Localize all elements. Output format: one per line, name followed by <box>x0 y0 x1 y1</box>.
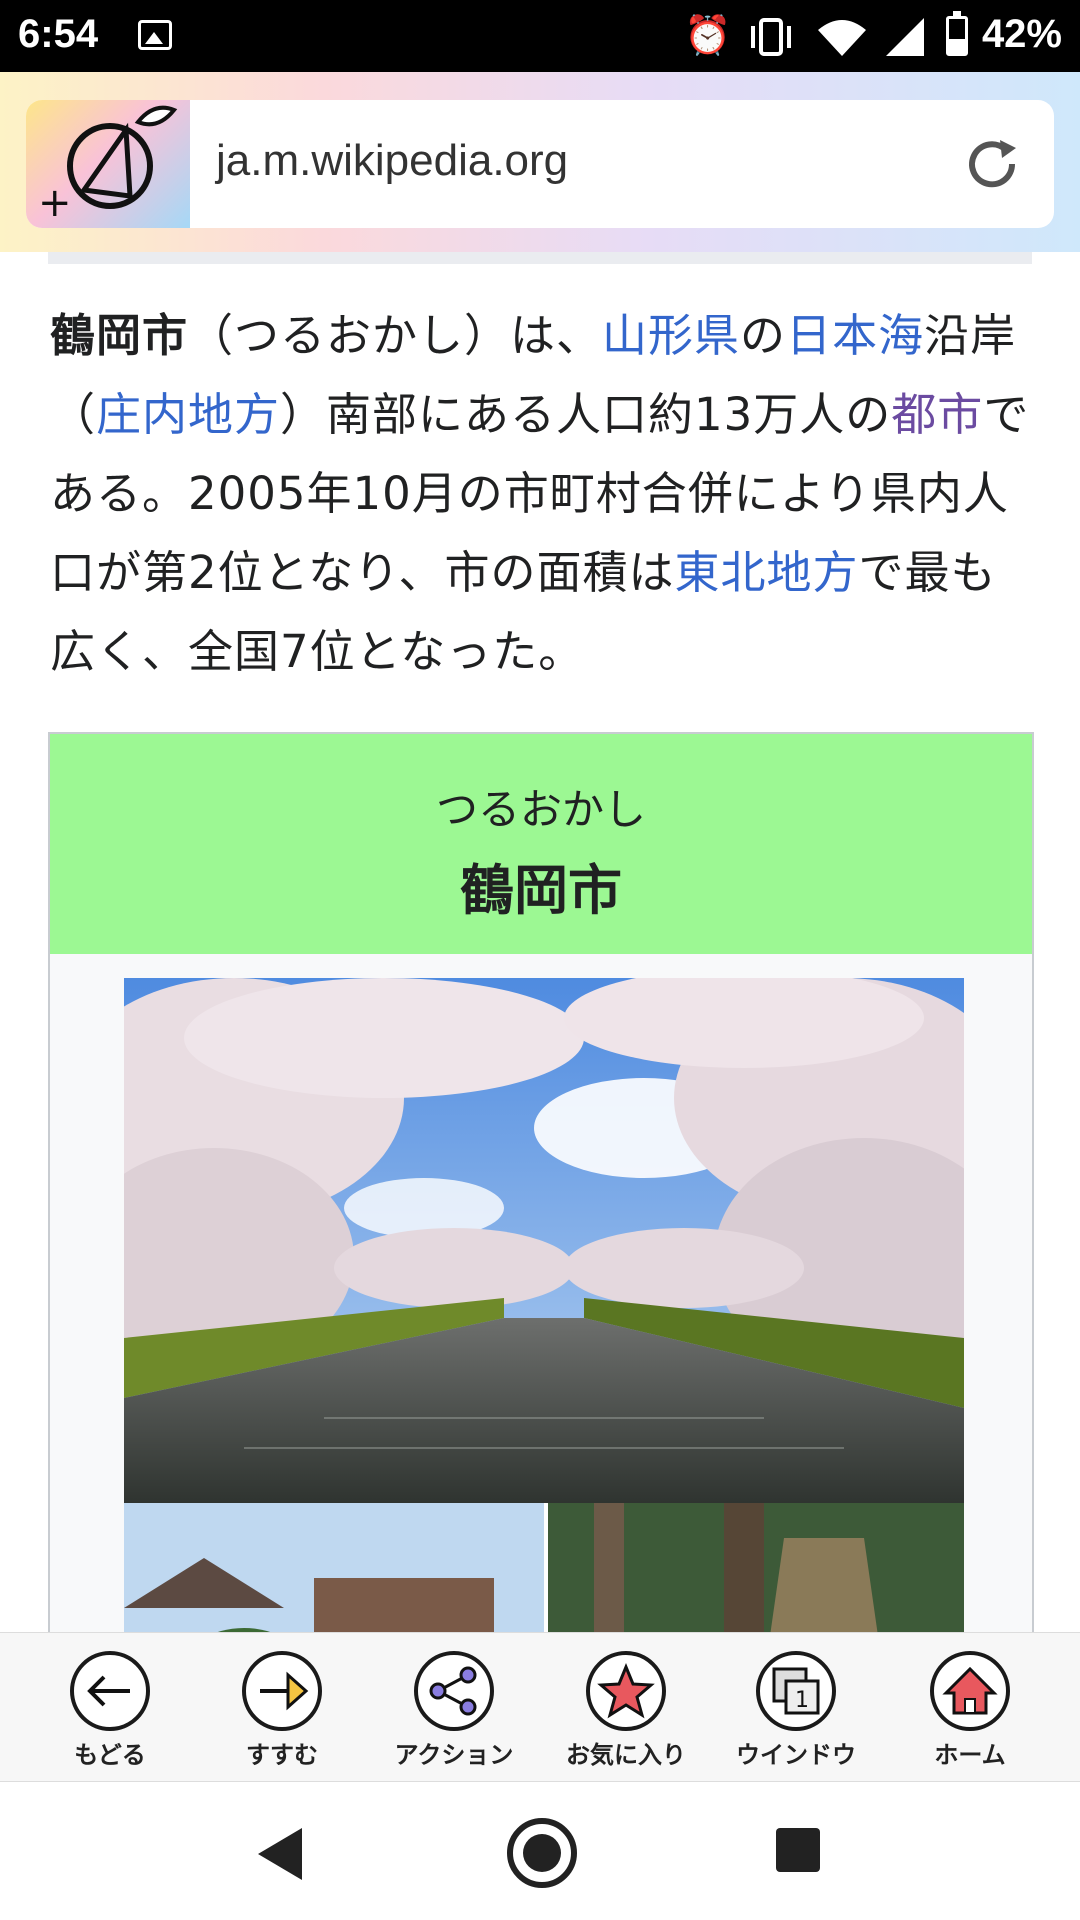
house-icon <box>930 1651 1010 1731</box>
forward-button[interactable]: すすむ <box>212 1651 352 1770</box>
battery-percent: 42% <box>981 12 1062 56</box>
browser-header: + ja.m.wikipedia.org <box>0 72 1080 252</box>
url-text[interactable]: ja.m.wikipedia.org <box>216 136 568 186</box>
forward-arrow-icon <box>242 1651 322 1731</box>
reload-icon[interactable] <box>956 128 1028 200</box>
link-tohoku[interactable]: 東北地方 <box>674 546 858 599</box>
infobox: つるおかし 鶴岡市 <box>48 732 1034 1632</box>
back-arrow-icon <box>70 1651 150 1731</box>
battery-icon <box>946 11 968 56</box>
clock: 6:54 <box>18 12 99 56</box>
image-notification-icon <box>138 20 172 50</box>
action-button[interactable]: アクション <box>384 1651 524 1770</box>
status-bar: 6:54 ⏰ 42% <box>0 0 1080 72</box>
divider <box>48 252 1032 264</box>
favorites-button[interactable]: お気に入り <box>556 1651 696 1770</box>
star-icon <box>586 1651 666 1731</box>
window-button[interactable]: 1 ウインドウ <box>726 1651 866 1770</box>
nav-home-icon[interactable] <box>507 1818 577 1888</box>
wifi-icon <box>818 20 866 56</box>
windows-icon: 1 <box>756 1651 836 1731</box>
address-bar[interactable]: + ja.m.wikipedia.org <box>26 100 1054 228</box>
city-photo-collage[interactable] <box>124 978 964 1632</box>
link-city[interactable]: 都市 <box>891 388 983 441</box>
svg-text:+: + <box>38 180 72 226</box>
infobox-kana: つるおかし <box>435 785 646 834</box>
svg-text:1: 1 <box>795 1688 809 1713</box>
share-icon <box>414 1651 494 1731</box>
system-nav-bar <box>0 1782 1080 1920</box>
link-yamagata[interactable]: 山形県 <box>602 309 740 362</box>
nav-recents-icon[interactable] <box>776 1828 820 1872</box>
alarm-icon: ⏰ <box>684 15 732 57</box>
link-sea-of-japan[interactable]: 日本海 <box>786 309 924 362</box>
link-shonai[interactable]: 庄内地方 <box>96 388 280 441</box>
article-content: 鶴岡市（つるおかし）は、山形県の日本海沿岸（庄内地方）南部にある人口約13万人の… <box>0 252 1080 1632</box>
article-subject: 鶴岡市 <box>50 309 189 362</box>
vibrate-icon <box>751 18 791 56</box>
infobox-header: つるおかし 鶴岡市 <box>50 734 1032 954</box>
back-button[interactable]: もどる <box>40 1651 180 1770</box>
infobox-title: 鶴岡市 <box>460 859 622 922</box>
signal-icon <box>886 18 924 56</box>
article-intro: 鶴岡市（つるおかし）は、山形県の日本海沿岸（庄内地方）南部にある人口約13万人の… <box>50 309 1030 678</box>
home-button[interactable]: ホーム <box>900 1651 1040 1770</box>
browser-logo-icon[interactable]: + <box>26 100 190 228</box>
browser-toolbar: もどる すすむ アクション お気に入り 1 ウインドウ ホーム <box>0 1632 1080 1783</box>
nav-back-icon[interactable] <box>258 1828 302 1880</box>
